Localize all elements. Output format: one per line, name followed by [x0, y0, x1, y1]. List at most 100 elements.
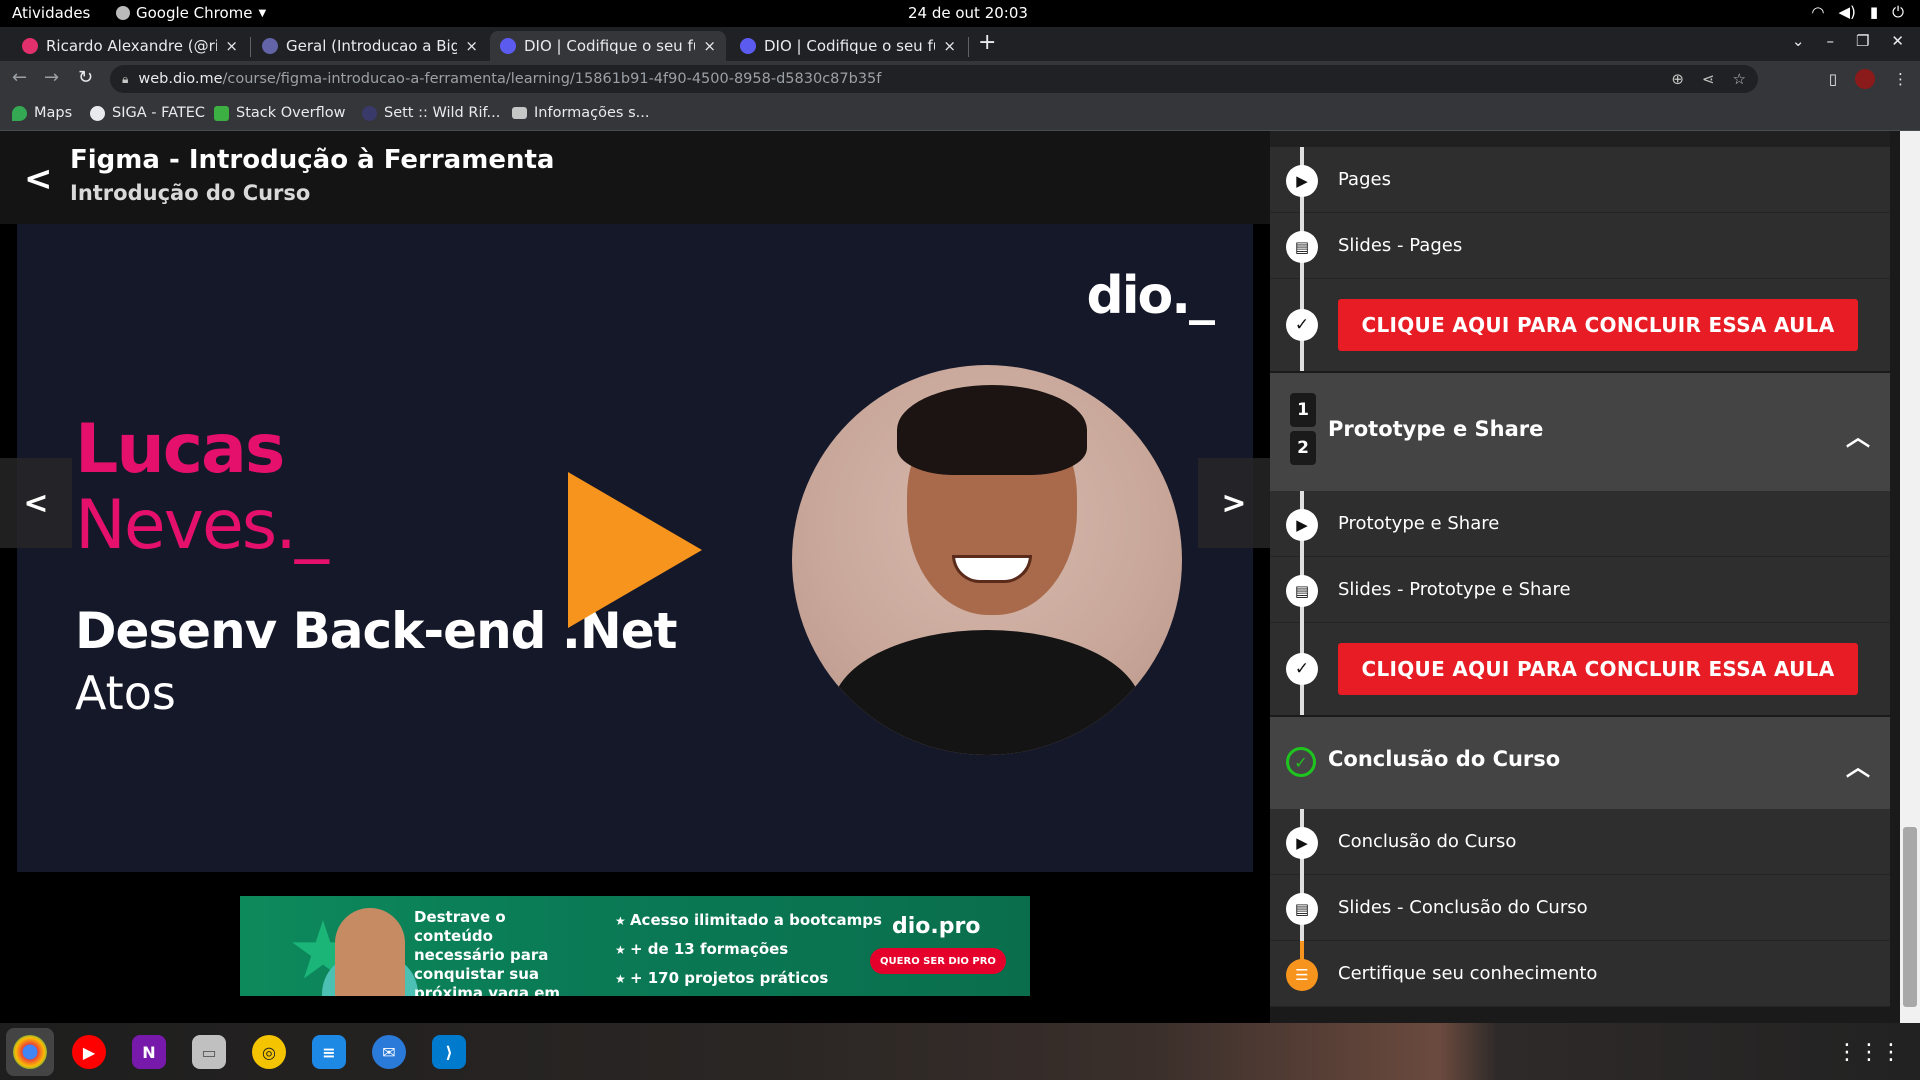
lesson-item[interactable]: ▤ Slides - Prototype e Share [1270, 557, 1890, 623]
tab-strip: Ricardo Alexandre (@rica × Geral (Introd… [0, 27, 1920, 61]
files-icon[interactable]: ▭ [192, 1035, 226, 1069]
lesson-item[interactable]: ▤ Slides - Conclusão do Curso [1270, 875, 1890, 941]
forward-icon[interactable]: → [44, 67, 59, 88]
banner-person [335, 908, 405, 996]
app-menu[interactable]: Google Chrome ▼ [116, 4, 266, 22]
dio-pro-cta-button[interactable]: QUERO SER DIO PRO [870, 948, 1006, 974]
browser-tab[interactable]: DIO | Codifique o seu futu × [730, 31, 966, 61]
play-icon: ▶ [1286, 827, 1318, 859]
close-icon[interactable]: × [465, 37, 478, 55]
document-icon: ▤ [1286, 575, 1318, 607]
section-title: Conclusão do Curso [1328, 747, 1561, 771]
lesson-list: ▶ Pages ▤ Slides - Pages ✓ CLIQUE AQUI P… [1270, 131, 1890, 1023]
bookmark-stackoverflow[interactable]: Stack Overflow [214, 105, 346, 121]
power-icon: ⏻ [1892, 3, 1904, 21]
activities-button[interactable]: Atividades [12, 4, 90, 22]
thunderbird-icon[interactable]: ✉ [372, 1035, 406, 1069]
rhythmbox-icon[interactable]: ◎ [252, 1035, 286, 1069]
section-header[interactable]: ✓ Conclusão do Curso ︿ [1270, 717, 1890, 809]
share-icon[interactable]: ⋖ [1702, 70, 1715, 88]
minimize-icon[interactable]: – [1826, 32, 1834, 50]
maximize-icon[interactable]: ❐ [1856, 32, 1869, 50]
lesson-item[interactable]: ▶ Conclusão do Curso [1270, 809, 1890, 875]
browser-tab-active[interactable]: DIO | Codifique o seu futu × [490, 31, 726, 61]
onenote-icon[interactable]: N [132, 1035, 166, 1069]
instagram-icon [22, 38, 38, 54]
course-header: < Figma - Introdução à Ferramenta Introd… [0, 131, 1270, 224]
close-icon[interactable]: × [943, 37, 956, 55]
vscode-icon[interactable]: ⟩ [432, 1035, 466, 1069]
lesson-item[interactable]: ▶ Pages [1270, 147, 1890, 213]
tab-title: DIO | Codifique o seu futu [764, 37, 935, 55]
zoom-icon[interactable]: ⊕ [1671, 70, 1684, 88]
bookmark-wildrift[interactable]: Sett :: Wild Rif... [362, 105, 500, 121]
toolbar-actions: ▯ ⋮ [1829, 69, 1908, 89]
youtube-music-icon[interactable]: ▶ [72, 1035, 106, 1069]
lesson-item[interactable]: ☰ Certifique seu conhecimento [1270, 941, 1890, 1007]
course-title: Figma - Introdução à Ferramenta [70, 145, 555, 175]
chevron-right-icon: > [1221, 485, 1247, 521]
chrome-icon[interactable] [13, 1035, 47, 1069]
bookmark-folder[interactable]: Informações s... [512, 105, 649, 121]
side-panel-icon[interactable]: ▯ [1829, 70, 1837, 88]
lesson-item[interactable]: ▶ Prototype e Share [1270, 491, 1890, 557]
scrollbar[interactable] [1900, 131, 1920, 1023]
taskbar: ▶ N ▭ ◎ ≡ ✉ ⟩ ⋮⋮⋮ [0, 1023, 1920, 1080]
profile-avatar[interactable] [1855, 69, 1875, 89]
chevron-up-icon[interactable]: ︿ [1846, 417, 1870, 452]
tab-separator [250, 37, 251, 57]
bookmark-siga[interactable]: SIGA - FATEC [90, 105, 205, 121]
close-icon[interactable]: × [703, 37, 716, 55]
dio-pro-banner[interactable]: ★ Destrave o conteúdo necessário para co… [240, 896, 1030, 996]
tab-search-icon[interactable]: ⌄ [1792, 32, 1805, 50]
banner-feature: + de 13 formações [615, 935, 882, 964]
lesson-label: Certifique seu conhecimento [1338, 963, 1598, 984]
bookmark-label: Stack Overflow [236, 105, 346, 121]
url-host: web.dio.me [138, 71, 223, 87]
complete-lesson-row: ✓ CLIQUE AQUI PARA CONCLUIR ESSA AULA [1270, 279, 1890, 371]
previous-lesson-button[interactable]: < [0, 458, 72, 548]
writer-icon[interactable]: ≡ [312, 1035, 346, 1069]
next-lesson-button[interactable]: > [1198, 458, 1270, 548]
complete-lesson-button[interactable]: CLIQUE AQUI PARA CONCLUIR ESSA AULA [1338, 643, 1858, 695]
play-icon[interactable] [568, 472, 702, 628]
show-apps-icon[interactable]: ⋮⋮⋮ [1836, 1040, 1902, 1065]
menu-kebab-icon[interactable]: ⋮ [1893, 70, 1908, 88]
banner-text: Destrave o conteúdo necessário para conq… [414, 908, 561, 996]
chevron-up-icon[interactable]: ︿ [1846, 747, 1870, 782]
close-icon[interactable]: × [225, 37, 238, 55]
bookmark-label: Informações s... [534, 105, 650, 121]
complete-lesson-button[interactable]: CLIQUE AQUI PARA CONCLUIR ESSA AULA [1338, 299, 1858, 351]
system-top-bar: Atividades Google Chrome ▼ 24 de out 20:… [0, 0, 1920, 27]
bookmark-maps[interactable]: Maps [12, 105, 72, 121]
system-tray[interactable]: ◠ ◀) ▮ ⏻ [1811, 3, 1904, 21]
back-arrow-icon[interactable]: < [24, 159, 53, 199]
sidebar-top-strip [1270, 131, 1890, 147]
browser-tab[interactable]: Ricardo Alexandre (@rica × [12, 31, 248, 61]
scrollbar-thumb[interactable] [1903, 827, 1917, 1007]
address-bar[interactable]: 🔒︎ web.dio.me/course/figma-introducao-a-… [110, 65, 1758, 93]
video-player[interactable]: dio._ Lucas Neves._ Desenv Back-end .Net… [17, 224, 1253, 872]
browser-toolbar: ← → ↻ 🔒︎ web.dio.me/course/figma-introdu… [0, 61, 1920, 97]
section-title: Prototype e Share [1328, 417, 1544, 441]
banner-feature: Acesso ilimitado a bootcamps [615, 906, 882, 935]
dio-pro-logo: dio.pro [892, 914, 981, 939]
bookmark-label: Maps [34, 105, 73, 121]
close-window-icon[interactable]: ✕ [1891, 32, 1904, 50]
wildrift-icon [362, 105, 377, 121]
back-icon[interactable]: ← [12, 67, 27, 88]
teams-icon [262, 38, 278, 54]
play-icon: ▶ [1286, 509, 1318, 541]
list-icon: ☰ [1286, 959, 1318, 991]
lesson-label: Slides - Conclusão do Curso [1338, 897, 1588, 918]
check-icon: ✓ [1286, 309, 1318, 341]
bookmark-star-icon[interactable]: ☆ [1733, 70, 1746, 88]
globe-icon [90, 105, 105, 121]
reload-icon[interactable]: ↻ [78, 67, 93, 88]
clock[interactable]: 24 de out 20:03 [908, 4, 1028, 22]
new-tab-button[interactable]: + [978, 30, 996, 55]
lesson-item[interactable]: ▤ Slides - Pages [1270, 213, 1890, 279]
lock-icon: 🔒︎ [122, 71, 129, 86]
section-header[interactable]: 1 2 Prototype e Share ︿ [1270, 373, 1890, 491]
browser-tab[interactable]: Geral (Introducao a Big D × [252, 31, 488, 61]
